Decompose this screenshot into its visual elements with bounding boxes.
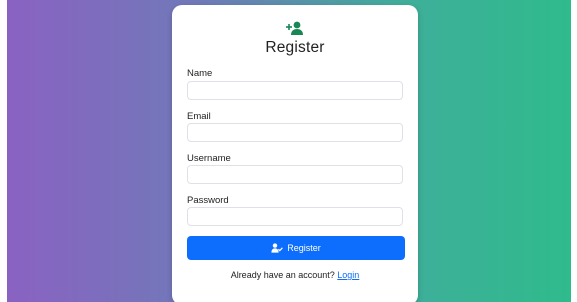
password-input[interactable]	[187, 207, 403, 226]
password-label: Password	[187, 195, 229, 206]
name-label: Name	[187, 68, 213, 79]
person-plus-icon	[286, 21, 303, 35]
username-label: Username	[187, 153, 231, 164]
login-prompt: Already have an account? Login	[172, 270, 418, 280]
register-card: Register Name Email Username Password Re…	[172, 5, 418, 302]
register-button[interactable]: Register	[187, 236, 405, 260]
page: Register Name Email Username Password Re…	[0, 0, 577, 302]
username-input[interactable]	[187, 165, 403, 184]
email-input[interactable]	[187, 123, 403, 142]
register-button-label: Register	[287, 243, 321, 253]
login-prompt-text: Already have an account?	[230, 270, 335, 280]
email-label: Email	[187, 111, 211, 122]
login-link[interactable]: Login	[337, 270, 359, 280]
person-check-icon	[271, 243, 284, 253]
page-title: Register	[265, 39, 325, 56]
name-input[interactable]	[187, 81, 403, 100]
